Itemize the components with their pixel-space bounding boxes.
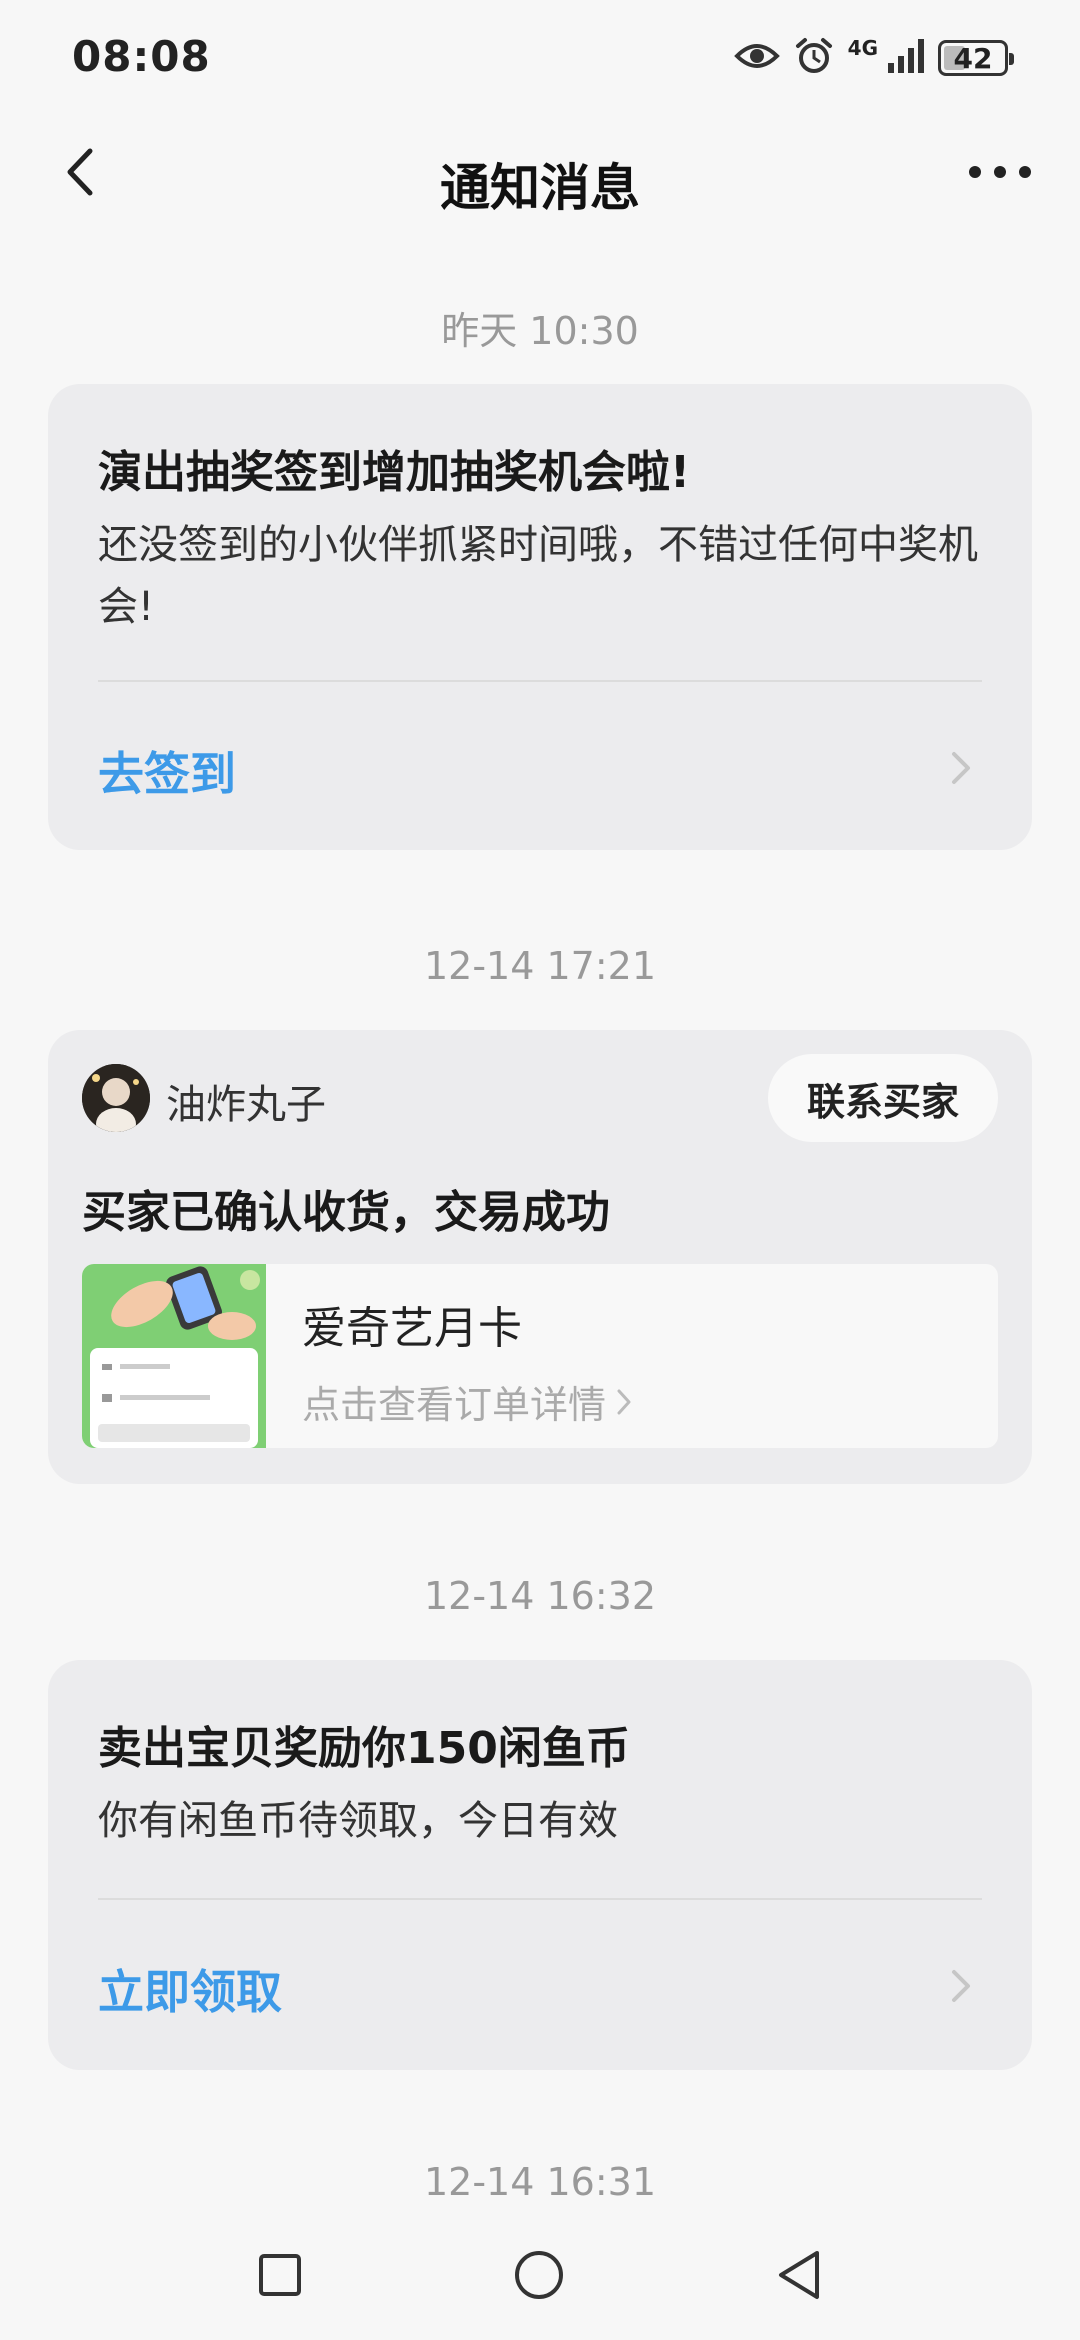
notification-card-order: 油炸丸子 联系买家 买家已确认收货，交易成功 爱奇艺月卡 点击查看订单详情 bbox=[48, 1030, 1032, 1484]
checkin-action-link[interactable]: 去签到 bbox=[98, 738, 236, 804]
system-nav-bar bbox=[0, 2210, 1080, 2340]
recent-apps-icon[interactable] bbox=[257, 2252, 303, 2298]
more-button[interactable] bbox=[960, 142, 1040, 202]
product-thumbnail bbox=[82, 1264, 266, 1448]
chevron-right-icon bbox=[617, 1389, 631, 1414]
order-status: 买家已确认收货，交易成功 bbox=[82, 1187, 610, 1238]
timestamp: 12-14 16:31 bbox=[423, 2160, 656, 2204]
timestamp: 12-14 16:32 bbox=[423, 1574, 656, 1618]
notification-card-checkin: 演出抽奖签到增加抽奖机会啦! 还没签到的小伙伴抓紧时间哦，不错过任何中奖机会! … bbox=[48, 384, 1032, 850]
signal-icon bbox=[888, 39, 924, 77]
divider bbox=[98, 680, 982, 682]
battery-text: 42 bbox=[953, 41, 993, 75]
nav-bar: 通知消息 bbox=[0, 120, 1080, 230]
divider bbox=[98, 1898, 982, 1900]
status-time: 08:08 bbox=[72, 32, 211, 81]
chevron-right-icon[interactable] bbox=[946, 748, 976, 788]
back-triangle-icon[interactable] bbox=[775, 2249, 823, 2301]
claim-action-link[interactable]: 立即领取 bbox=[98, 1956, 282, 2022]
home-icon[interactable] bbox=[513, 2249, 565, 2301]
battery-icon: 42 bbox=[938, 40, 1014, 76]
page-title: 通知消息 bbox=[440, 159, 640, 217]
eye-icon bbox=[733, 41, 780, 75]
order-detail-label: 点击查看订单详情 bbox=[302, 1383, 607, 1427]
avatar[interactable] bbox=[82, 1064, 150, 1132]
status-bar: 08:08 4G 42 bbox=[0, 0, 1080, 120]
contact-buyer-button[interactable]: 联系买家 bbox=[768, 1054, 998, 1142]
alarm-icon bbox=[794, 36, 834, 80]
timestamp: 昨天 10:30 bbox=[441, 309, 639, 353]
product-card[interactable]: 爱奇艺月卡 点击查看订单详情 bbox=[82, 1264, 998, 1448]
product-name: 爱奇艺月卡 bbox=[302, 1303, 522, 1354]
timestamp: 12-14 17:21 bbox=[423, 944, 656, 988]
seller-name[interactable]: 油炸丸子 bbox=[166, 1072, 326, 1130]
more-dots-icon bbox=[969, 166, 1031, 178]
network-label: 4G bbox=[847, 36, 878, 60]
order-detail-link[interactable]: 点击查看订单详情 bbox=[302, 1374, 634, 1429]
card-body: 你有闲鱼币待领取，今日有效 bbox=[98, 1798, 618, 1844]
status-icons: 4G 42 bbox=[733, 36, 1014, 80]
card-body: 还没签到的小伙伴抓紧时间哦，不错过任何中奖机会! bbox=[98, 522, 978, 630]
chevron-right-icon[interactable] bbox=[946, 1966, 976, 2006]
notification-card-coins: 卖出宝贝奖励你150闲鱼币 你有闲鱼币待领取，今日有效 立即领取 bbox=[48, 1660, 1032, 2070]
notifications-screen: 08:08 4G 42 通知消息 昨天 10:30 演出抽奖签到增加抽奖机会啦!… bbox=[0, 0, 1080, 2340]
card-title: 卖出宝贝奖励你150闲鱼币 bbox=[98, 1723, 630, 1774]
card-title: 演出抽奖签到增加抽奖机会啦! bbox=[98, 447, 691, 498]
